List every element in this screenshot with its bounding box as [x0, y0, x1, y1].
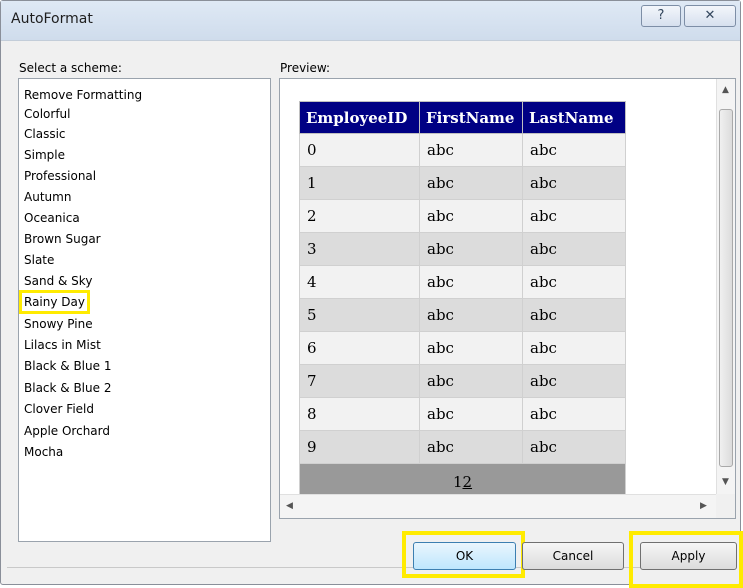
- grid-cell: 2: [299, 199, 420, 233]
- scheme-item-brown-sugar[interactable]: Brown Sugar: [24, 230, 101, 248]
- table-row: 8 abc abc: [299, 397, 626, 431]
- column-header: EmployeeID: [299, 101, 420, 134]
- table-row: 0 abc abc: [299, 133, 626, 167]
- help-icon: ?: [657, 8, 665, 23]
- column-header: FirstName: [419, 101, 523, 134]
- grid-cell: abc: [522, 133, 626, 167]
- grid-cell: abc: [522, 232, 626, 266]
- scroll-up-icon[interactable]: ▲: [722, 85, 729, 95]
- grid-cell: abc: [522, 166, 626, 200]
- grid-header-row: EmployeeID FirstName LastName: [299, 101, 626, 134]
- autoformat-dialog: AutoFormat ? ✕ Select a scheme: Preview:…: [0, 0, 743, 588]
- grid-cell: abc: [419, 298, 523, 332]
- ok-button[interactable]: OK: [413, 542, 516, 570]
- scheme-item-rainy-day[interactable]: Rainy Day: [19, 290, 90, 314]
- table-row: 6 abc abc: [299, 331, 626, 365]
- table-row: 2 abc abc: [299, 199, 626, 233]
- grid-cell: abc: [419, 397, 523, 431]
- close-button[interactable]: ✕: [684, 5, 736, 27]
- title-bar: AutoFormat ? ✕: [1, 1, 740, 41]
- window-title: AutoFormat: [11, 11, 93, 27]
- help-button[interactable]: ?: [641, 5, 681, 27]
- grid-cell: abc: [419, 166, 523, 200]
- grid-cell: abc: [522, 331, 626, 365]
- scheme-item-clover-field[interactable]: Clover Field: [24, 400, 94, 418]
- scheme-item-colorful[interactable]: Colorful: [24, 105, 71, 123]
- grid-cell: 7: [299, 364, 420, 398]
- preview-label: Preview:: [280, 61, 331, 75]
- grid-cell: abc: [419, 265, 523, 299]
- grid-cell: 3: [299, 232, 420, 266]
- scheme-item-professional[interactable]: Professional: [24, 167, 96, 185]
- grid-cell: abc: [419, 232, 523, 266]
- grid-cell: 4: [299, 265, 420, 299]
- horizontal-scrollbar[interactable]: ◀ ▶: [280, 494, 718, 518]
- grid-cell: abc: [522, 298, 626, 332]
- scroll-corner: [716, 494, 735, 518]
- grid-cell: 8: [299, 397, 420, 431]
- scroll-left-icon[interactable]: ◀: [286, 501, 293, 511]
- scheme-item-simple[interactable]: Simple: [24, 146, 65, 164]
- vertical-scroll-thumb[interactable]: [719, 109, 733, 467]
- scheme-list[interactable]: Remove Formatting Colorful Classic Simpl…: [18, 78, 271, 542]
- grid-cell: abc: [522, 397, 626, 431]
- divider: [7, 567, 736, 568]
- grid-cell: 1: [299, 166, 420, 200]
- pager-page-link[interactable]: 2: [463, 473, 473, 491]
- scheme-item-black-blue-1[interactable]: Black & Blue 1: [24, 357, 111, 375]
- scheme-item-apple-orchard[interactable]: Apple Orchard: [24, 422, 110, 440]
- grid-cell: 5: [299, 298, 420, 332]
- grid-cell: 6: [299, 331, 420, 365]
- pager-current-page: 1: [452, 473, 463, 491]
- preview-pane: EmployeeID FirstName LastName 0 abc abc …: [279, 78, 736, 519]
- scheme-item-mocha[interactable]: Mocha: [24, 443, 63, 461]
- grid-cell: 0: [299, 133, 420, 167]
- apply-button[interactable]: Apply: [640, 542, 737, 570]
- scheme-item-autumn[interactable]: Autumn: [24, 188, 71, 206]
- scheme-label: Select a scheme:: [19, 61, 122, 75]
- grid-cell: 9: [299, 430, 420, 464]
- column-header: LastName: [522, 101, 626, 134]
- table-row: 3 abc abc: [299, 232, 626, 266]
- scheme-item-classic[interactable]: Classic: [24, 125, 66, 143]
- grid-cell: abc: [419, 199, 523, 233]
- scheme-item-remove-formatting[interactable]: Remove Formatting: [24, 86, 142, 104]
- grid-cell: abc: [522, 265, 626, 299]
- scheme-item-black-blue-2[interactable]: Black & Blue 2: [24, 379, 111, 397]
- table-row: 4 abc abc: [299, 265, 626, 299]
- grid-cell: abc: [419, 430, 523, 464]
- close-icon: ✕: [704, 8, 716, 23]
- table-row: 5 abc abc: [299, 298, 626, 332]
- grid-cell: abc: [522, 364, 626, 398]
- scheme-item-oceanica[interactable]: Oceanica: [24, 209, 80, 227]
- scroll-right-icon[interactable]: ▶: [700, 501, 707, 511]
- grid-cell: abc: [419, 364, 523, 398]
- scheme-item-slate[interactable]: Slate: [24, 251, 54, 269]
- preview-grid: EmployeeID FirstName LastName 0 abc abc …: [299, 101, 626, 501]
- grid-cell: abc: [419, 331, 523, 365]
- scheme-item-sand-and-sky[interactable]: Sand & Sky: [24, 272, 92, 290]
- vertical-scrollbar[interactable]: ▲ ▼: [716, 79, 735, 495]
- grid-cell: abc: [522, 199, 626, 233]
- cancel-button[interactable]: Cancel: [522, 542, 624, 570]
- scheme-item-snowy-pine[interactable]: Snowy Pine: [24, 315, 93, 333]
- grid-cell: abc: [419, 133, 523, 167]
- table-row: 9 abc abc: [299, 430, 626, 464]
- table-row: 7 abc abc: [299, 364, 626, 398]
- table-row: 1 abc abc: [299, 166, 626, 200]
- scheme-item-lilacs-in-mist[interactable]: Lilacs in Mist: [24, 336, 101, 354]
- scroll-down-icon[interactable]: ▼: [722, 477, 729, 487]
- grid-cell: abc: [522, 430, 626, 464]
